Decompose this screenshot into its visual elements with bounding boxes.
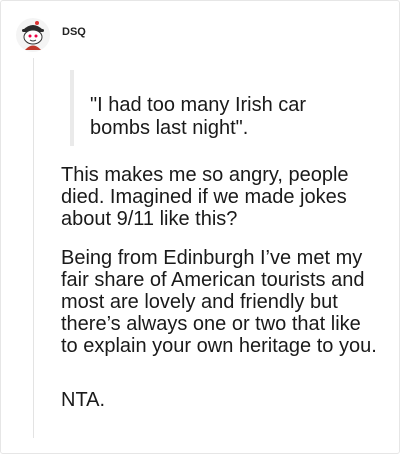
comment-paragraph: Being from Edinburgh I’ve met my fair sh… [61, 247, 377, 357]
thread-line[interactable] [33, 58, 34, 438]
quoted-text: "I had too many Irish car bombs last nig… [90, 94, 307, 139]
comment-paragraph: This makes me so angry, people died. Ima… [61, 164, 349, 230]
user-avatar-icon[interactable] [15, 17, 51, 53]
quote-bar [70, 70, 74, 146]
username[interactable]: DSQ [62, 26, 86, 38]
comment-paragraph: NTA. [61, 389, 106, 411]
